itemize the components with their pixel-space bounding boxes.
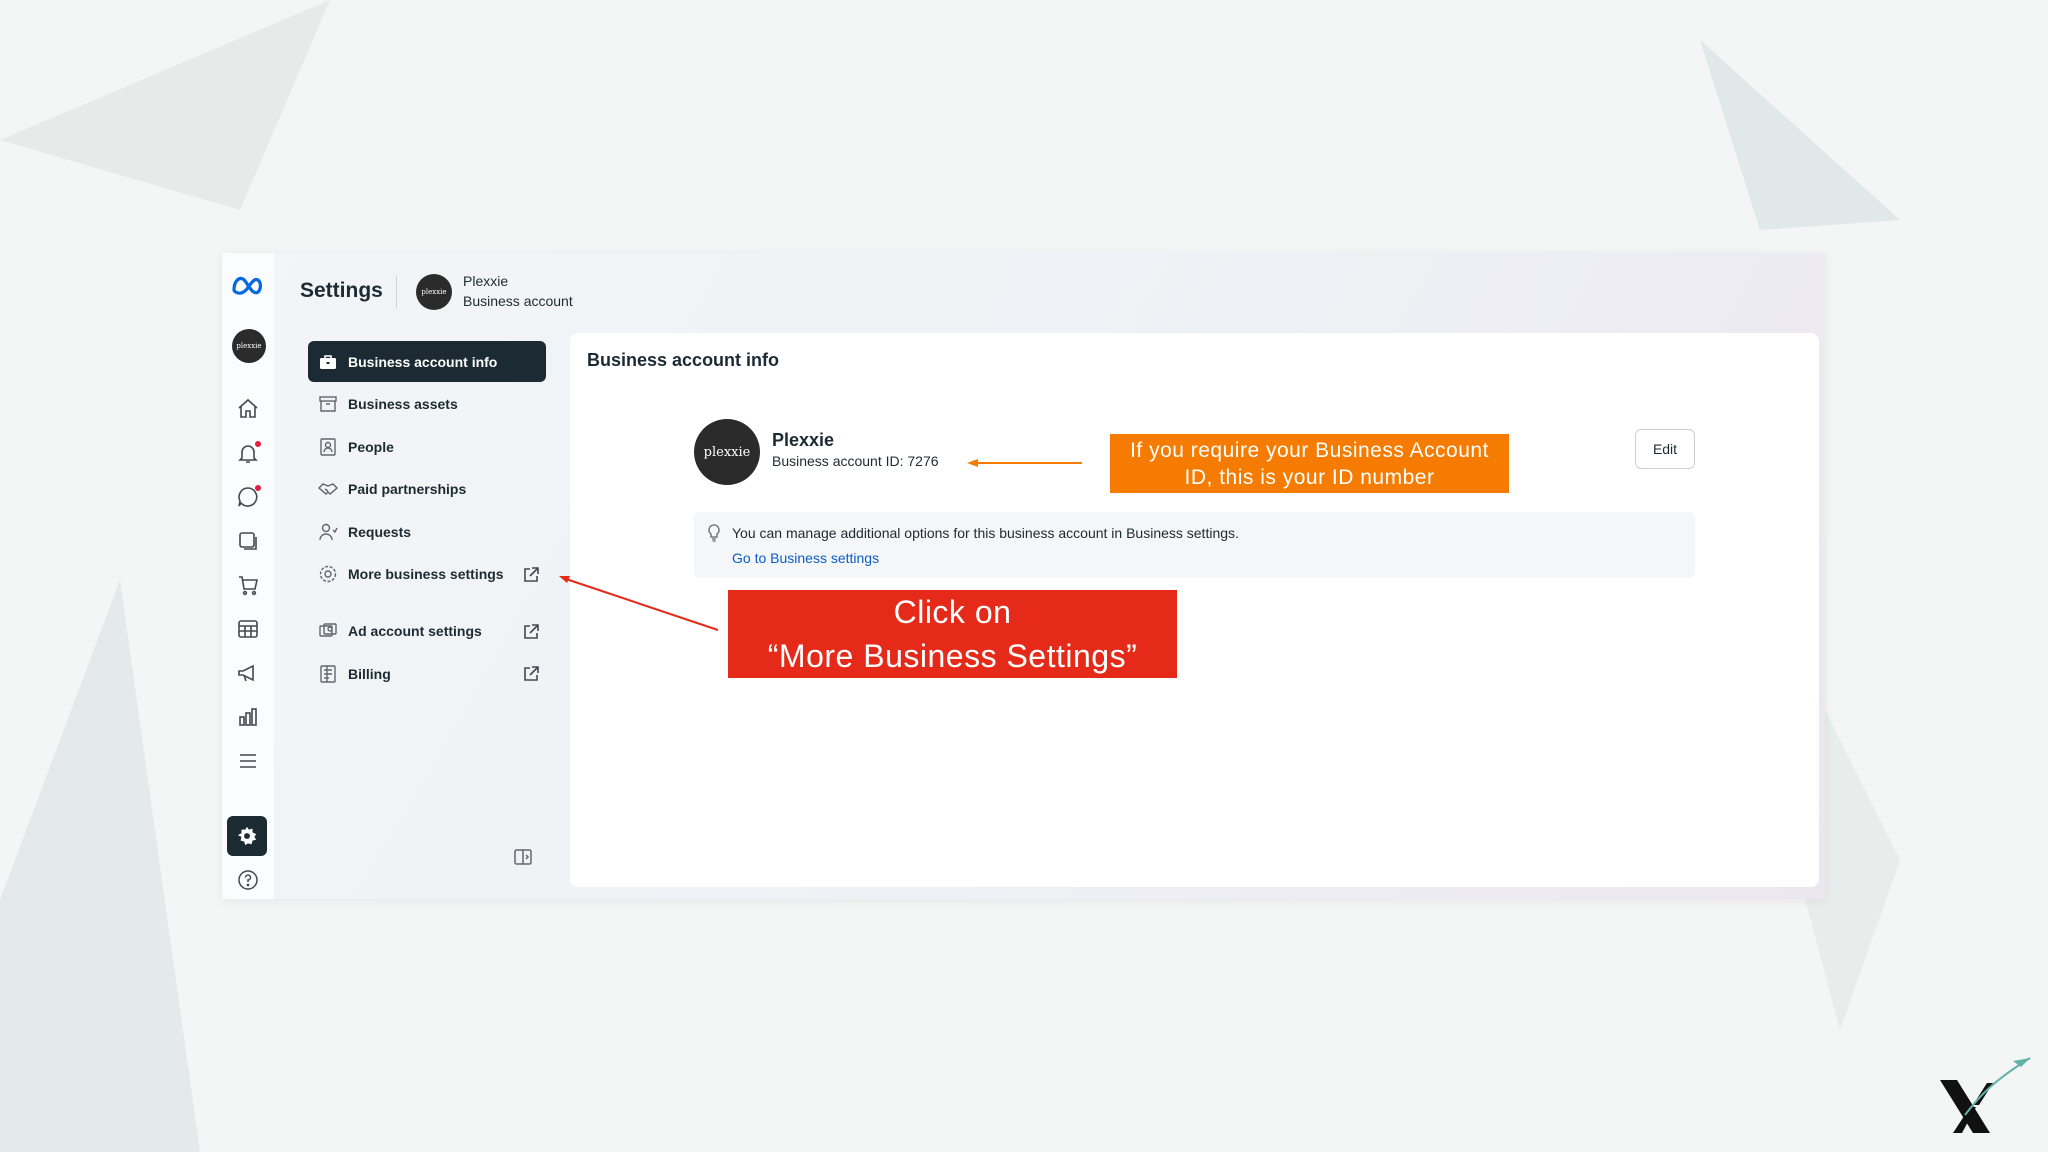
page-title: Settings <box>300 279 383 302</box>
nav-item-more-business-settings[interactable]: More business settings <box>308 554 546 595</box>
ad-account-icon <box>318 621 338 641</box>
nav-item-ad-account-settings[interactable]: Ad account settings <box>308 611 546 652</box>
click-callout: Click on “More Business Settings” <box>728 590 1177 678</box>
external-link-icon <box>524 567 539 582</box>
home-icon[interactable] <box>235 396 261 422</box>
info-text: You can manage additional options for th… <box>732 525 1239 541</box>
info-banner: You can manage additional options for th… <box>694 512 1695 578</box>
nav-item-label: More business settings <box>348 566 504 583</box>
section-title: Business account info <box>587 350 780 370</box>
id-callout: If you require your Business Account ID,… <box>1110 434 1509 493</box>
nav-item-label: Paid partnerships <box>348 481 467 498</box>
click-callout-line1: Click on <box>893 594 1012 630</box>
help-icon[interactable] <box>235 867 261 893</box>
nav-item-business-account-info[interactable]: Business account info <box>308 341 546 382</box>
nav-item-label: Business account info <box>348 353 498 370</box>
external-link-icon <box>524 666 539 681</box>
archive-icon <box>318 394 338 414</box>
nav-item-label: Business assets <box>348 396 458 413</box>
billing-icon <box>318 664 338 684</box>
rail-account-avatar[interactable]: plexxie <box>232 329 266 363</box>
business-avatar: plexxie <box>694 419 760 485</box>
menu-icon[interactable] <box>235 748 261 774</box>
pages-icon[interactable] <box>235 528 261 554</box>
nav-item-label: People <box>348 438 394 455</box>
meta-logo-icon[interactable] <box>230 273 266 297</box>
edit-button[interactable]: Edit <box>1635 429 1695 469</box>
messages-icon[interactable] <box>235 484 261 510</box>
collapse-sidebar-icon[interactable] <box>513 847 533 867</box>
megaphone-icon[interactable] <box>235 660 261 686</box>
business-settings-link[interactable]: Go to Business settings <box>732 550 879 566</box>
nav-item-label: Requests <box>348 523 412 540</box>
business-name: Plexxie <box>772 430 835 450</box>
briefcase-icon <box>318 352 338 372</box>
icon-rail: plexxie <box>222 253 274 899</box>
nav-item-business-assets[interactable]: Business assets <box>308 384 546 425</box>
settings-nav: Business account info Business assets Pe… <box>308 341 546 696</box>
gear-icon <box>318 564 338 584</box>
nav-item-label: Ad account settings <box>348 623 482 640</box>
notifications-icon[interactable] <box>235 440 261 466</box>
nav-item-requests[interactable]: Requests <box>308 511 546 552</box>
external-link-icon <box>524 623 539 639</box>
account-name[interactable]: Plexxie <box>463 273 508 289</box>
brand-logo-icon <box>1940 1057 2031 1133</box>
nav-item-people[interactable]: People <box>308 426 546 467</box>
table-icon[interactable] <box>235 616 261 642</box>
account-type: Business account <box>463 293 573 309</box>
handshake-icon <box>318 479 338 499</box>
cart-icon[interactable] <box>235 572 261 598</box>
header-divider <box>396 275 397 309</box>
person-request-icon <box>318 522 338 542</box>
settings-window: plexxie Settings plexxie Plexxie Busines… <box>222 253 1825 899</box>
nav-item-paid-partnerships[interactable]: Paid partnerships <box>308 469 546 510</box>
insights-icon[interactable] <box>235 704 261 730</box>
account-avatar[interactable]: plexxie <box>416 274 452 310</box>
people-icon <box>318 437 338 457</box>
business-account-id: Business account ID: 7276 <box>772 453 939 469</box>
nav-item-billing[interactable]: Billing <box>308 653 546 694</box>
settings-icon[interactable] <box>227 816 267 856</box>
nav-item-label: Billing <box>348 665 391 682</box>
click-callout-line2: “More Business Settings” <box>767 638 1138 674</box>
notification-badge <box>255 441 261 447</box>
message-badge <box>255 485 261 491</box>
lightbulb-icon <box>708 524 720 542</box>
